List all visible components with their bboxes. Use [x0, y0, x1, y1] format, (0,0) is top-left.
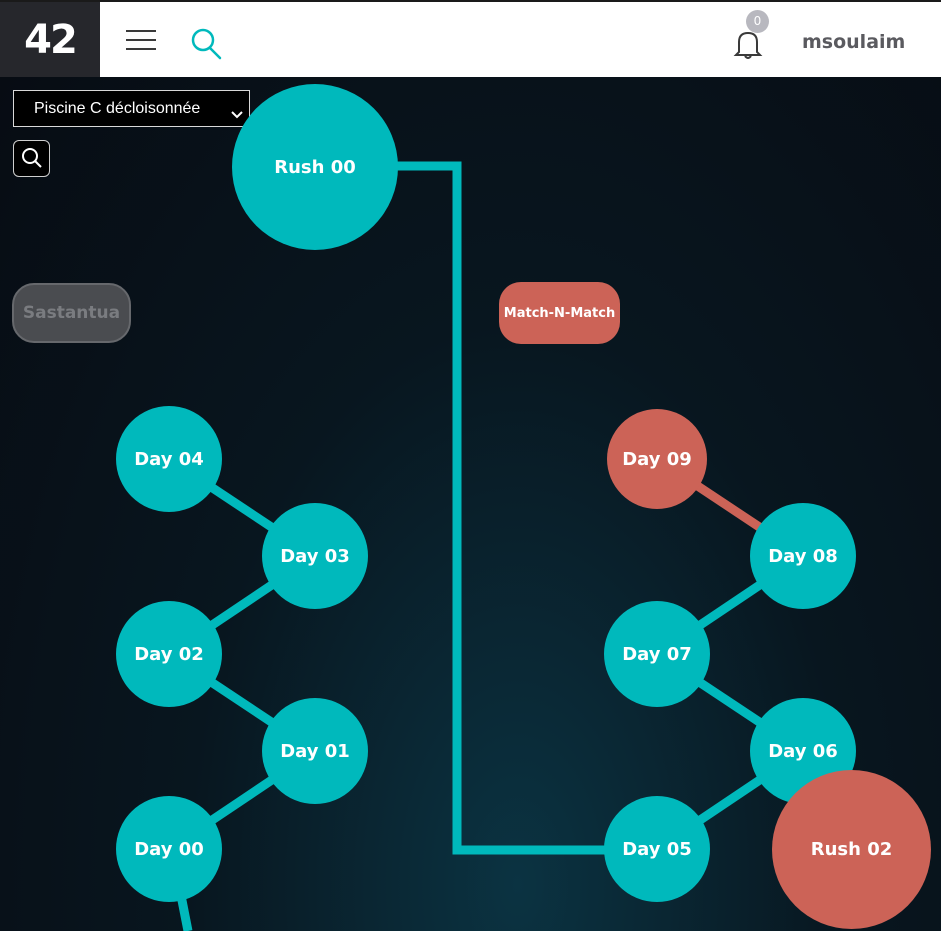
project-node-rush02[interactable]: Rush 02 [772, 770, 931, 929]
graph-search-button[interactable] [13, 140, 50, 177]
notification-count-badge: 0 [746, 10, 769, 33]
project-node-day02[interactable]: Day 02 [116, 601, 222, 707]
project-node-day00[interactable]: Day 00 [116, 796, 222, 902]
project-node-day07[interactable]: Day 07 [604, 601, 710, 707]
username-link[interactable]: msoulaim [802, 31, 905, 53]
project-node-day04[interactable]: Day 04 [116, 406, 222, 512]
project-node-match-n-match[interactable]: Match-N-Match [499, 282, 620, 344]
project-node-day01[interactable]: Day 01 [262, 698, 368, 804]
project-node-day03[interactable]: Day 03 [262, 503, 368, 609]
project-node-day05[interactable]: Day 05 [604, 796, 710, 902]
project-node-sastantua[interactable]: Sastantua [12, 283, 131, 343]
link-rush00-day05 [395, 161, 610, 855]
search-icon [22, 148, 42, 168]
search-icon[interactable] [189, 27, 223, 61]
cursus-selected-label: Piscine C décloisonnée [34, 100, 201, 117]
hamburger-menu-icon[interactable] [126, 26, 158, 54]
project-node-day09[interactable]: Day 09 [607, 409, 707, 509]
cursus-select[interactable]: Piscine C décloisonnée [13, 90, 250, 127]
project-node-day08[interactable]: Day 08 [750, 503, 856, 609]
project-node-rush00[interactable]: Rush 00 [232, 84, 398, 250]
logo-42[interactable]: 42 [0, 2, 100, 77]
top-navbar: 42 0 msoulaim [0, 0, 941, 77]
